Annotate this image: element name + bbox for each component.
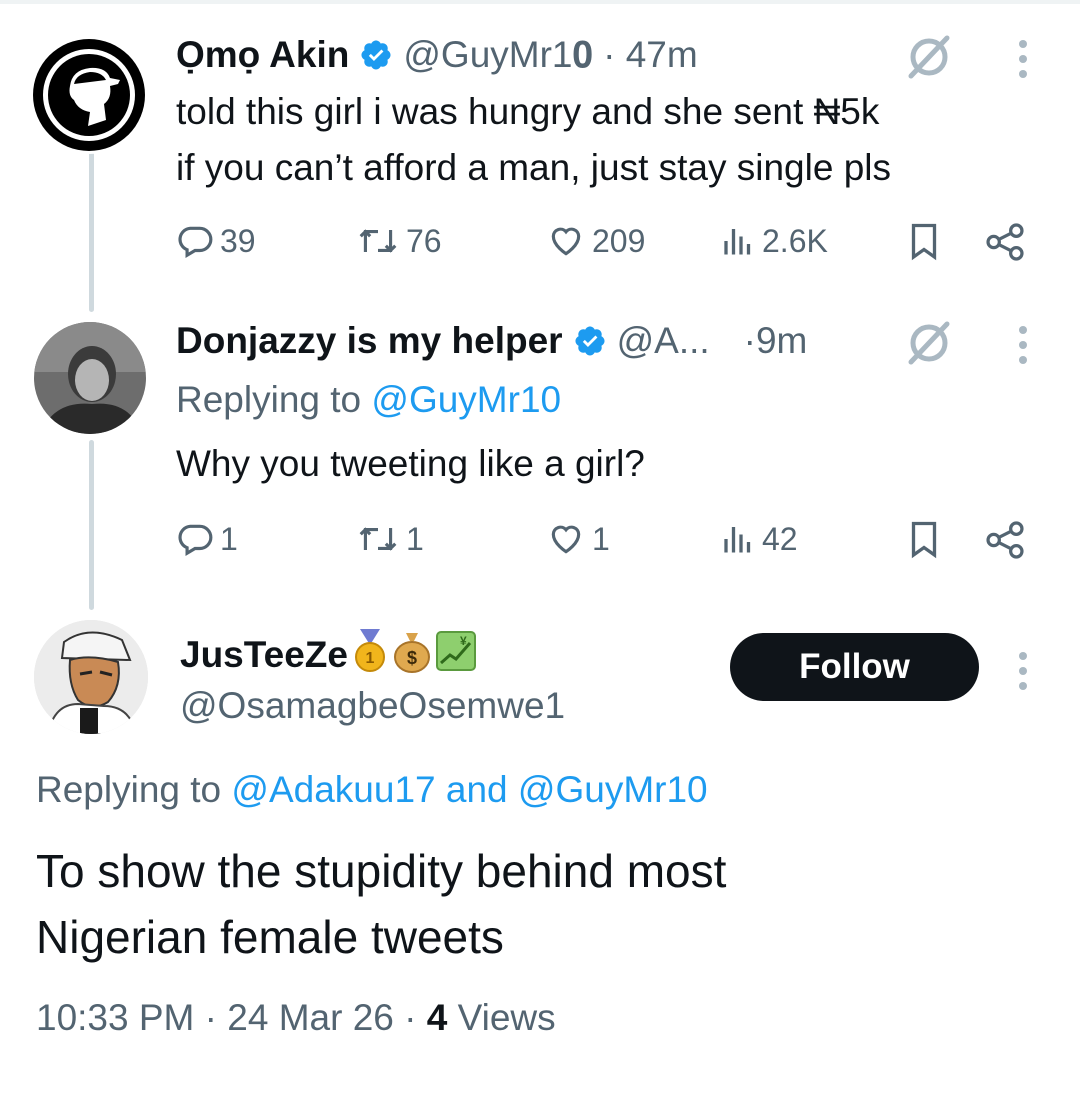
tweet-date[interactable]: · 24 Mar 26 · bbox=[205, 997, 417, 1038]
display-name[interactable]: JusTeeZe bbox=[180, 634, 348, 676]
display-name[interactable]: Donjazzy is my helper bbox=[176, 320, 563, 362]
like-button[interactable]: 209 bbox=[546, 222, 645, 260]
reply-count: 1 bbox=[220, 520, 238, 557]
reply-icon bbox=[178, 226, 213, 259]
tweet-metadata: 10:33 PM · 24 Mar 26 · 4 Views bbox=[36, 990, 556, 1046]
more-icon[interactable] bbox=[1018, 652, 1028, 690]
reply-button[interactable]: 39 bbox=[176, 222, 256, 260]
grok-icon[interactable] bbox=[903, 318, 955, 368]
replying-to: Replying to @Adakuu17 and @GuyMr10 bbox=[36, 762, 708, 818]
tweet-header: JusTeeZe 1 $ ¥ bbox=[180, 628, 476, 682]
tweet-text-line: if you can’t afford a man, just stay sin… bbox=[176, 147, 892, 188]
thread-connector bbox=[89, 152, 94, 312]
views-label: Views bbox=[457, 997, 556, 1038]
repost-button[interactable]: 76 bbox=[356, 222, 442, 260]
like-button[interactable]: 1 bbox=[546, 520, 610, 558]
verified-badge-icon bbox=[361, 40, 391, 70]
timestamp[interactable]: · 47m bbox=[603, 34, 698, 76]
replying-and: and bbox=[445, 769, 508, 810]
avatar[interactable] bbox=[30, 36, 148, 154]
grok-icon[interactable] bbox=[903, 32, 955, 82]
share-icon[interactable] bbox=[984, 222, 1026, 262]
tweet-header: Donjazzy is my helper @A... ·9m bbox=[176, 316, 807, 366]
repost-count: 76 bbox=[406, 222, 442, 259]
replying-to: Replying to @GuyMr10 bbox=[176, 372, 561, 428]
replying-prefix: Replying to bbox=[176, 379, 362, 420]
bookmark-icon[interactable] bbox=[906, 520, 942, 560]
timestamp[interactable]: ·9m bbox=[744, 320, 808, 362]
mention-link[interactable]: @GuyMr10 bbox=[518, 769, 708, 810]
repost-icon bbox=[359, 527, 397, 551]
tweet-text: Why you tweeting like a girl? bbox=[176, 443, 645, 484]
repost-button[interactable]: 1 bbox=[356, 520, 424, 558]
view-count: 42 bbox=[762, 520, 798, 557]
repost-icon bbox=[359, 229, 397, 253]
like-icon bbox=[551, 227, 581, 256]
follow-button[interactable]: Follow bbox=[730, 633, 979, 701]
share-icon[interactable] bbox=[984, 520, 1026, 560]
verified-badge-icon bbox=[575, 326, 605, 356]
view-count: 2.6K bbox=[762, 222, 828, 259]
replying-prefix: Replying to bbox=[36, 769, 222, 810]
views-button[interactable]: 2.6K bbox=[720, 222, 828, 260]
mention-link[interactable]: @GuyMr10 bbox=[371, 379, 561, 420]
views-icon bbox=[724, 229, 751, 255]
like-icon bbox=[551, 525, 581, 554]
tweet-text-line: told this girl i was hungry and she sent… bbox=[176, 91, 880, 132]
tweet-text-line: To show the stupidity behind most bbox=[36, 845, 727, 897]
thread-connector bbox=[89, 440, 94, 610]
user-handle[interactable]: @OsamagbeOsemwe1 bbox=[180, 678, 565, 734]
avatar[interactable] bbox=[34, 322, 146, 434]
views-icon bbox=[724, 527, 751, 553]
chart-yen-icon: ¥ bbox=[435, 630, 476, 680]
tweet-header: Ọmọ Akin @GuyMr1𝟎 · 47m bbox=[176, 30, 698, 80]
bookmark-icon[interactable] bbox=[906, 222, 942, 262]
more-icon[interactable] bbox=[1018, 40, 1028, 78]
views-count: 4 bbox=[426, 997, 448, 1038]
svg-text:$: $ bbox=[407, 648, 417, 668]
reply-count: 39 bbox=[220, 222, 256, 259]
more-icon[interactable] bbox=[1018, 326, 1028, 364]
like-count: 209 bbox=[592, 222, 646, 259]
tweet-text-line: Nigerian female tweets bbox=[36, 911, 504, 963]
money-bag-icon: $ bbox=[392, 629, 432, 682]
mention-link[interactable]: @Adakuu17 bbox=[231, 769, 435, 810]
repost-count: 1 bbox=[406, 520, 424, 557]
like-count: 1 bbox=[592, 520, 610, 557]
tweet-time[interactable]: 10:33 PM bbox=[36, 997, 194, 1038]
svg-text:1: 1 bbox=[366, 650, 375, 667]
top-divider bbox=[0, 0, 1080, 4]
avatar[interactable] bbox=[34, 620, 148, 734]
display-name[interactable]: Ọmọ Akin bbox=[176, 34, 349, 76]
user-handle[interactable]: @A... bbox=[617, 320, 710, 362]
reply-icon bbox=[178, 524, 213, 557]
reply-button[interactable]: 1 bbox=[176, 520, 238, 558]
medal-icon: 1 bbox=[352, 628, 388, 682]
svg-text:¥: ¥ bbox=[460, 634, 467, 648]
views-button[interactable]: 42 bbox=[720, 520, 798, 558]
user-handle[interactable]: @GuyMr1𝟎 bbox=[403, 34, 593, 77]
